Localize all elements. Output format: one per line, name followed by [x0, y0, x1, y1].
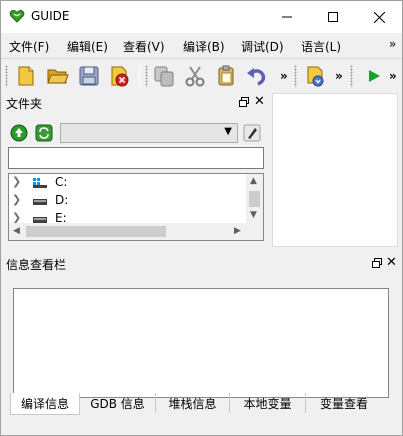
float-panel-icon[interactable]	[371, 257, 383, 269]
build-icon	[307, 66, 324, 87]
toolbar-grip[interactable]	[350, 65, 353, 87]
menu-bar: 文件(F) 编辑(E) 查看(V) 编译(B) 调试(D) 语言(L) »	[1, 35, 402, 57]
undo-icon	[247, 68, 266, 86]
panel-splitter[interactable]	[2, 249, 402, 253]
file-panel: 文件夹 ✕ ▼ ❯ C: ❯ D: ❯ E: ▲ ▼ ◀ ▶	[2, 93, 270, 248]
menu-debug[interactable]: 调试(D)	[241, 38, 284, 55]
paste-button[interactable]	[213, 63, 239, 89]
horizontal-scroll-thumb[interactable]	[26, 226, 166, 237]
up-arrow-icon	[10, 124, 28, 142]
vertical-scrollbar[interactable]: ▲ ▼	[246, 174, 263, 224]
close-panel-icon[interactable]: ✕	[386, 255, 397, 270]
refresh-button[interactable]	[34, 123, 54, 143]
close-icon	[373, 11, 385, 23]
cut-button[interactable]	[182, 63, 208, 89]
tab-gdb-info[interactable]: GDB 信息	[80, 393, 156, 413]
open-folder-icon	[47, 69, 69, 84]
undo-button[interactable]	[243, 63, 269, 89]
maximize-button[interactable]	[310, 1, 356, 33]
title-bar: GUIDE	[1, 1, 402, 33]
tree-item-label: C:	[55, 175, 68, 189]
window-title: GUIDE	[31, 9, 70, 23]
file-panel-title: 文件夹	[6, 97, 43, 111]
browse-button[interactable]	[242, 123, 262, 143]
menu-build[interactable]: 编译(B)	[183, 38, 225, 55]
toolbar-grip[interactable]	[5, 65, 8, 87]
new-file-button[interactable]	[13, 63, 39, 89]
tab-compile-info[interactable]: 编译信息	[10, 393, 80, 415]
tree-item-drive-d[interactable]: ❯ D:	[9, 192, 247, 210]
chevron-right-icon[interactable]: ❯	[12, 175, 21, 188]
info-panel-header: 信息查看栏 ✕	[2, 254, 402, 274]
save-icon	[79, 66, 99, 86]
path-input[interactable]	[8, 147, 264, 169]
editor-area[interactable]	[272, 93, 398, 247]
save-button[interactable]	[76, 63, 102, 89]
pen-icon	[243, 124, 261, 142]
minimize-icon	[282, 16, 292, 18]
vertical-scroll-thumb[interactable]	[249, 191, 260, 207]
toolbar: » » »	[1, 58, 402, 92]
scissors-icon	[185, 66, 205, 87]
scroll-corner	[246, 223, 263, 240]
minimize-button[interactable]	[264, 1, 310, 33]
tab-watch-vars[interactable]: 变量查看	[306, 393, 382, 413]
system-drive-icon	[33, 178, 47, 188]
copy-icon	[154, 66, 174, 87]
menu-view[interactable]: 查看(V)	[123, 38, 165, 55]
open-folder-button[interactable]	[45, 63, 71, 89]
toolbar-grip[interactable]	[145, 65, 148, 87]
menu-file[interactable]: 文件(F)	[9, 38, 49, 55]
toolbar-overflow-button[interactable]: »	[280, 69, 288, 83]
toolbar-grip[interactable]	[294, 65, 297, 87]
close-file-button[interactable]	[107, 63, 133, 89]
close-file-icon	[111, 66, 129, 87]
maximize-icon	[328, 12, 338, 22]
paste-icon	[218, 65, 234, 86]
tree-item-drive-c[interactable]: ❯ C:	[9, 174, 247, 192]
chevron-down-icon: ▼	[224, 126, 232, 137]
folder-combo[interactable]: ▼	[60, 123, 238, 143]
horizontal-scrollbar[interactable]: ◀ ▶	[9, 223, 247, 240]
play-icon	[369, 70, 380, 82]
build-button[interactable]	[303, 63, 329, 89]
toolbar-overflow-button-2[interactable]: »	[335, 69, 343, 83]
info-tab-bar: 编译信息 GDB 信息 堆栈信息 本地变量 变量查看	[2, 393, 402, 415]
scroll-right-icon[interactable]: ▶	[234, 226, 241, 236]
drive-icon	[33, 199, 47, 205]
menu-overflow-button[interactable]: »	[389, 37, 396, 51]
close-panel-icon[interactable]: ✕	[254, 94, 265, 109]
scroll-down-icon[interactable]: ▼	[250, 210, 257, 220]
float-panel-icon[interactable]	[238, 96, 250, 108]
info-panel-title: 信息查看栏	[6, 258, 67, 272]
tree-item-label: D:	[55, 193, 69, 207]
refresh-icon	[35, 124, 53, 142]
new-file-icon	[18, 66, 34, 86]
toolbar-overflow-button-3[interactable]: »	[389, 69, 397, 83]
chevron-right-icon[interactable]: ❯	[12, 193, 21, 206]
folder-tree: ❯ C: ❯ D: ❯ E: ▲ ▼ ◀ ▶	[8, 173, 264, 241]
close-window-button[interactable]	[356, 1, 402, 33]
file-panel-header: 文件夹 ✕	[2, 93, 270, 113]
tab-stack-info[interactable]: 堆栈信息	[156, 393, 230, 413]
run-button[interactable]	[361, 63, 387, 89]
tab-local-vars[interactable]: 本地变量	[230, 393, 306, 413]
scroll-up-icon[interactable]: ▲	[250, 176, 257, 186]
heart-logo-icon	[9, 10, 25, 23]
copy-button[interactable]	[151, 63, 177, 89]
info-panel: 信息查看栏 ✕ 编译信息 GDB 信息 堆栈信息 本地变量 变量查看	[2, 254, 402, 436]
compile-output-box[interactable]	[13, 288, 389, 398]
menu-edit[interactable]: 编辑(E)	[67, 38, 108, 55]
app-window: GUIDE 文件(F) 编辑(E) 查看(V) 编译(B) 调试(D) 语言(L…	[0, 0, 403, 436]
toolbar-separator	[139, 65, 140, 87]
scroll-left-icon[interactable]: ◀	[13, 226, 20, 236]
menu-language[interactable]: 语言(L)	[301, 38, 341, 55]
go-up-button[interactable]	[9, 123, 29, 143]
